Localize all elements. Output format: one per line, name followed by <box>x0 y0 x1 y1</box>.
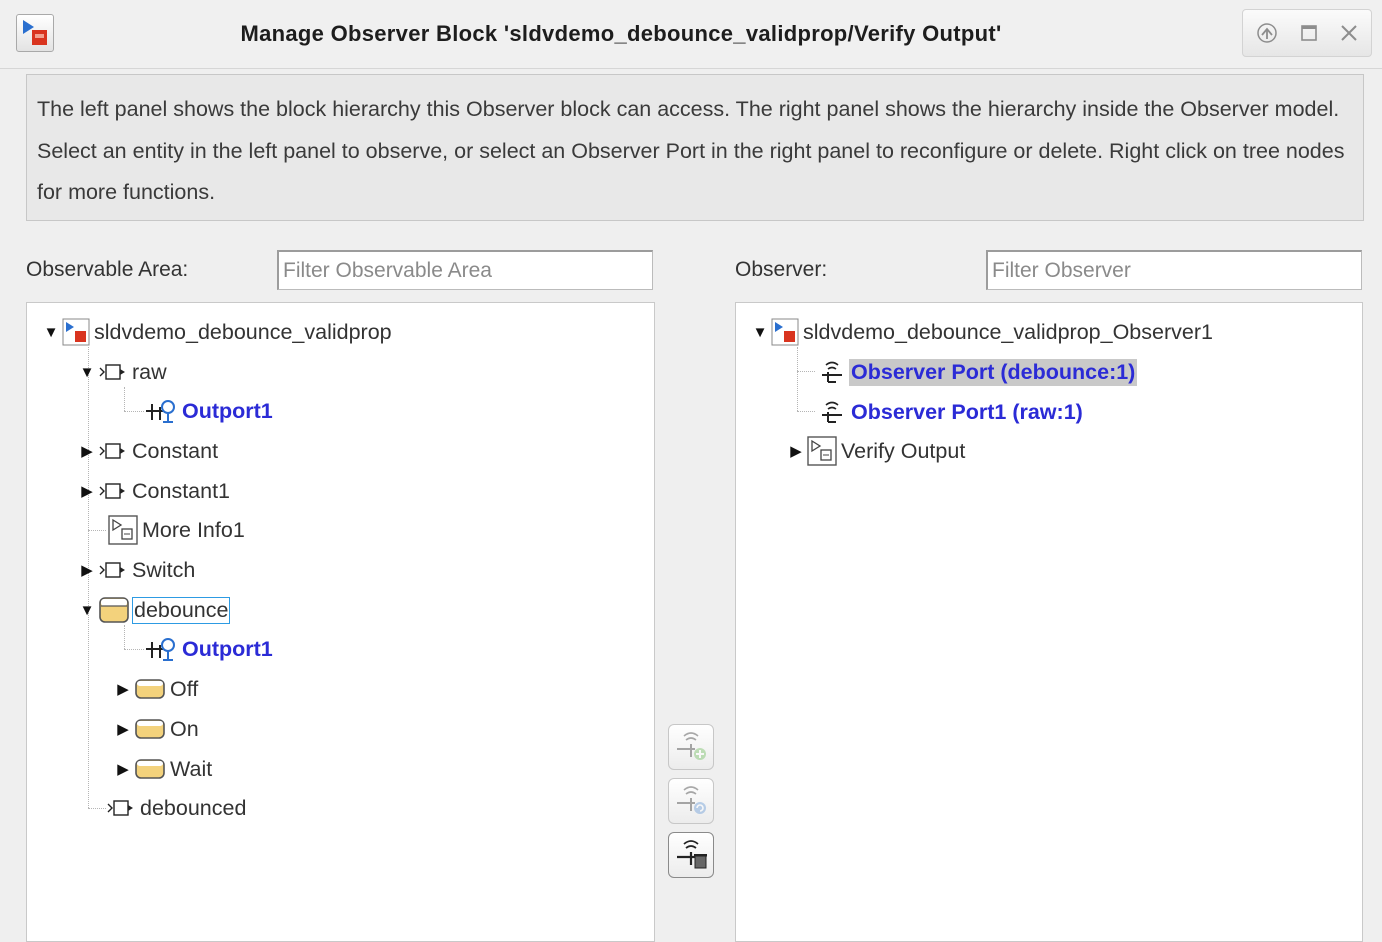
tree-node-model[interactable]: ▼ sldvdemo_debounce_validprop <box>40 315 394 349</box>
collapsed-arrow-icon[interactable]: ▶ <box>112 720 134 738</box>
delete-observer-port-icon <box>673 835 709 876</box>
tree-node-label: Outport1 <box>182 636 273 661</box>
shade-icon[interactable] <box>1253 19 1281 47</box>
tree-node-label: Constant1 <box>132 478 231 503</box>
observable-area-label: Observable Area: <box>26 258 189 281</box>
tree-guide <box>124 411 144 412</box>
filter-observer-input[interactable] <box>986 250 1362 290</box>
observed-port-icon <box>144 398 178 424</box>
collapsed-arrow-icon[interactable]: ▶ <box>76 442 98 460</box>
tree-node-label: debounced <box>140 795 247 820</box>
tree-node-label: Off <box>170 676 199 701</box>
tree-node-label: Constant <box>132 438 219 463</box>
outport-block-icon <box>106 796 136 820</box>
collapsed-arrow-icon[interactable]: ▶ <box>76 561 98 579</box>
expanded-arrow-icon[interactable]: ▼ <box>76 364 98 381</box>
tree-node-label: Observer Port1 (raw:1) <box>851 399 1083 424</box>
add-observer-port-button[interactable] <box>668 724 714 770</box>
inport-block-icon <box>98 479 128 503</box>
observer-label: Observer: <box>735 258 828 281</box>
window-title: Manage Observer Block 'sldvdemo_debounce… <box>240 21 1002 46</box>
observed-port-icon <box>144 636 178 662</box>
model-icon <box>62 318 90 346</box>
tree-node-constant[interactable]: ▶ Constant <box>76 434 220 468</box>
tree-node-wait[interactable]: ▶ Wait <box>112 752 214 786</box>
subsystem-icon <box>108 515 138 545</box>
inport-block-icon <box>98 439 128 463</box>
tree-guide <box>124 387 125 411</box>
maximize-icon[interactable] <box>1295 19 1323 47</box>
tree-node-on[interactable]: ▶ On <box>112 712 201 746</box>
add-observer-port-icon <box>673 727 709 768</box>
collapsed-arrow-icon[interactable]: ▶ <box>76 482 98 500</box>
simulink-model-icon <box>16 14 54 52</box>
tree-node-label: On <box>170 716 199 741</box>
stateflow-state-icon <box>134 717 166 741</box>
tree-node-label: Switch <box>132 557 196 582</box>
tree-node-label: More Info1 <box>142 517 245 542</box>
reconfigure-observer-port-icon <box>673 781 709 822</box>
tree-guide <box>797 411 815 412</box>
tree-node-label: raw <box>132 359 167 384</box>
tree-node-debounced[interactable]: debounced <box>106 791 248 825</box>
tree-node-switch[interactable]: ▶ Switch <box>76 553 197 587</box>
tree-guide <box>797 371 815 372</box>
delete-observer-port-button[interactable] <box>668 832 714 878</box>
expanded-arrow-icon[interactable]: ▼ <box>40 324 62 341</box>
model-icon <box>771 318 799 346</box>
title-bar: Manage Observer Block 'sldvdemo_debounce… <box>0 0 1382 69</box>
tree-node-verify-output[interactable]: ▶ Verify Output <box>785 434 967 468</box>
expanded-arrow-icon[interactable]: ▼ <box>749 324 771 341</box>
tree-node-label: Observer Port (debounce:1) <box>849 358 1138 386</box>
close-icon[interactable] <box>1335 19 1363 47</box>
tree-node-debounce[interactable]: ▼ debounce <box>76 593 231 627</box>
tree-node-outport1[interactable]: Outport1 <box>144 394 275 428</box>
tree-node-raw[interactable]: ▼ raw <box>76 355 169 389</box>
tree-node-outport1-chart[interactable]: Outport1 <box>144 632 275 666</box>
stateflow-state-icon <box>134 757 166 781</box>
tree-guide <box>88 530 106 531</box>
tree-node-label: debounce <box>132 596 231 624</box>
stateflow-chart-icon <box>98 596 130 624</box>
stateflow-state-icon <box>134 677 166 701</box>
instructions-text: The left panel shows the block hierarchy… <box>26 74 1364 221</box>
tree-guide <box>88 808 106 809</box>
tree-guide <box>797 347 798 411</box>
tree-node-label: Wait <box>170 756 213 781</box>
window-controls <box>1242 9 1372 57</box>
tree-node-label: sldvdemo_debounce_validprop_Observer1 <box>803 319 1213 344</box>
tree-guide <box>124 625 125 649</box>
inport-block-icon <box>98 558 128 582</box>
tree-node-more-info1[interactable]: More Info1 <box>108 513 247 547</box>
tree-node-label: Outport1 <box>182 398 273 423</box>
subsystem-icon <box>807 436 837 466</box>
observer-port-icon <box>817 358 847 386</box>
tree-node-observer-port[interactable]: Observer Port (debounce:1) <box>817 355 1138 389</box>
inport-block-icon <box>98 360 128 384</box>
reconfigure-observer-port-button[interactable] <box>668 778 714 824</box>
collapsed-arrow-icon[interactable]: ▶ <box>112 680 134 698</box>
tree-node-off[interactable]: ▶ Off <box>112 672 200 706</box>
collapsed-arrow-icon[interactable]: ▶ <box>785 442 807 460</box>
tree-node-label: sldvdemo_debounce_validprop <box>94 319 392 344</box>
tree-node-observer-model[interactable]: ▼ sldvdemo_debounce_validprop_Observer1 <box>749 315 1215 349</box>
tree-node-observer-port1[interactable]: Observer Port1 (raw:1) <box>817 395 1085 429</box>
filter-observable-area-input[interactable] <box>277 250 653 290</box>
tree-node-constant1[interactable]: ▶ Constant1 <box>76 474 232 508</box>
collapsed-arrow-icon[interactable]: ▶ <box>112 760 134 778</box>
tree-node-label: Verify Output <box>841 438 966 463</box>
expanded-arrow-icon[interactable]: ▼ <box>76 602 98 619</box>
tree-guide <box>124 649 144 650</box>
observer-port-icon <box>817 398 847 426</box>
